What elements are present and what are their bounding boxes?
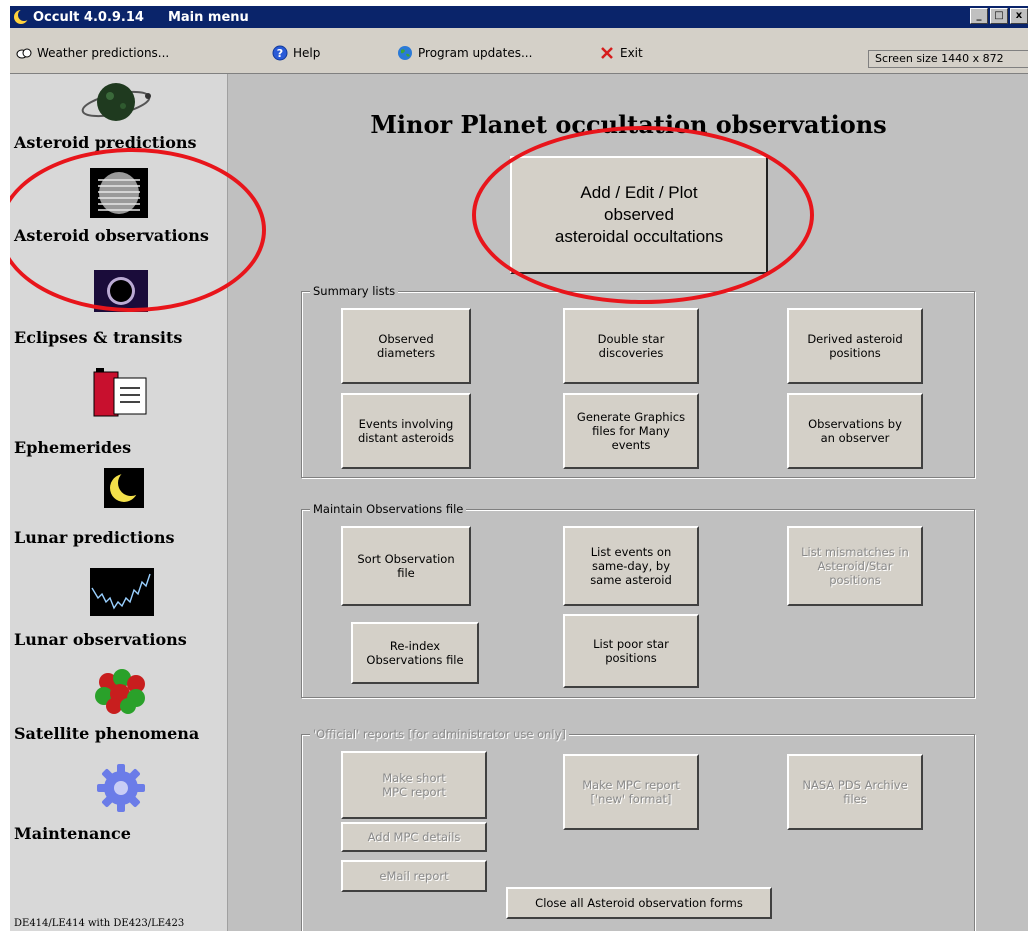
satellite-cluster-icon	[95, 669, 145, 714]
summary-lists-legend: Summary lists	[310, 284, 399, 298]
sidebar-item-lunar-predictions[interactable]: Lunar predictions	[10, 468, 228, 548]
sidebar-label: Satellite phenomena	[14, 724, 200, 743]
double-star-discoveries-button[interactable]: Double star discoveries	[563, 308, 699, 384]
sidebar-item-asteroid-predictions[interactable]: Asteroid predictions	[10, 80, 228, 158]
ephemeris-book-icon	[93, 368, 147, 417]
events-distant-asteroids-button[interactable]: Events involving distant asteroids	[341, 393, 471, 469]
help-icon: ?	[272, 45, 288, 61]
official-reports-legend: 'Official' reports [for administrator us…	[310, 727, 569, 741]
gear-icon	[97, 764, 145, 812]
list-poor-star-positions-button[interactable]: List poor star positions	[563, 614, 699, 688]
observations-by-observer-button[interactable]: Observations by an observer	[787, 393, 923, 469]
menu-program-updates[interactable]: Program updates...	[397, 45, 532, 61]
sort-observation-file-button[interactable]: Sort Observation file	[341, 526, 471, 606]
main-panel: Minor Planet occultation observations Ad…	[229, 74, 1028, 931]
sidebar: Asteroid predictions Asteroid observatio…	[10, 74, 228, 931]
lightcurve-icon	[90, 568, 154, 616]
svg-text:?: ?	[277, 47, 283, 60]
sidebar-item-maintenance[interactable]: Maintenance	[10, 764, 228, 844]
occult-app-icon	[14, 9, 29, 24]
derived-asteroid-positions-button[interactable]: Derived asteroid positions	[787, 308, 923, 384]
maintain-observations-legend: Maintain Observations file	[310, 502, 467, 516]
title-bar: Occult 4.0.9.14 Main menu _ □ x	[10, 6, 1028, 28]
menu-bar: Weather predictions... ? Help Program up…	[10, 28, 1028, 74]
sidebar-label: Asteroid observations	[14, 226, 209, 245]
close-all-asteroid-forms-button[interactable]: Close all Asteroid observation forms	[506, 887, 772, 919]
menu-exit[interactable]: Exit	[599, 45, 643, 61]
email-report-button: eMail report	[341, 860, 487, 892]
solar-eclipse-icon	[94, 270, 148, 312]
sidebar-item-asteroid-observations[interactable]: Asteroid observations	[10, 168, 228, 248]
sidebar-item-ephemerides[interactable]: Ephemerides	[10, 364, 228, 457]
add-edit-plot-button[interactable]: Add / Edit / Plot observed asteroidal oc…	[510, 156, 768, 274]
close-button[interactable]: x	[1010, 8, 1028, 24]
list-same-day-events-button[interactable]: List events on same-day, by same asteroi…	[563, 526, 699, 606]
generate-graphics-files-button[interactable]: Generate Graphics files for Many events	[563, 393, 699, 469]
menu-help-label: Help	[293, 46, 321, 60]
app-title: Occult 4.0.9.14	[33, 9, 144, 25]
sidebar-label: Lunar predictions	[14, 528, 175, 547]
menu-help[interactable]: ? Help	[272, 45, 320, 61]
sidebar-label: Ephemerides	[14, 438, 132, 457]
sidebar-item-lunar-observations[interactable]: Lunar observations	[10, 568, 228, 650]
observed-diameters-button[interactable]: Observed diameters	[341, 308, 471, 384]
sidebar-label: Asteroid predictions	[14, 133, 197, 152]
menu-weather-label: Weather predictions...	[37, 46, 170, 60]
ephemeris-version-footer: DE414/LE414 with DE423/LE423	[14, 918, 185, 929]
reindex-observations-button[interactable]: Re-index Observations file	[351, 622, 479, 684]
page-title: Minor Planet occultation observations	[370, 110, 887, 139]
sidebar-label: Lunar observations	[14, 630, 187, 649]
minimize-button[interactable]: _	[970, 8, 988, 24]
moon-crescent-icon	[104, 468, 144, 508]
window-controls: _ □ x	[970, 8, 1028, 24]
cloud-icon	[16, 48, 32, 59]
form-title: Main menu	[167, 9, 249, 25]
asteroid-chord-icon	[90, 168, 148, 218]
sidebar-label: Eclipses & transits	[14, 328, 183, 347]
menu-updates-label: Program updates...	[418, 46, 533, 60]
sidebar-item-satellite-phenomena[interactable]: Satellite phenomena	[10, 668, 228, 748]
screen-size-readout: Screen size 1440 x 872	[868, 50, 1028, 68]
asteroid-orbit-icon	[81, 83, 151, 121]
menu-weather-predictions[interactable]: Weather predictions...	[16, 45, 169, 61]
nasa-pds-archive-button: NASA PDS Archive files	[787, 754, 923, 830]
menu-exit-label: Exit	[620, 46, 643, 60]
list-mismatches-button: List mismatches in Asteroid/Star positio…	[787, 526, 923, 606]
maximize-button[interactable]: □	[990, 8, 1008, 24]
exit-x-icon	[601, 47, 613, 59]
make-short-mpc-report-button: Make short MPC report	[341, 751, 487, 819]
sidebar-label: Maintenance	[14, 824, 131, 843]
make-mpc-report-new-format-button: Make MPC report ['new' format]	[563, 754, 699, 830]
globe-icon	[398, 46, 412, 60]
add-mpc-details-button: Add MPC details	[341, 822, 487, 852]
sidebar-item-eclipses-transits[interactable]: Eclipses & transits	[10, 270, 228, 347]
occult-main-window: Occult 4.0.9.14 Main menu _ □ x Weather …	[10, 6, 1028, 931]
